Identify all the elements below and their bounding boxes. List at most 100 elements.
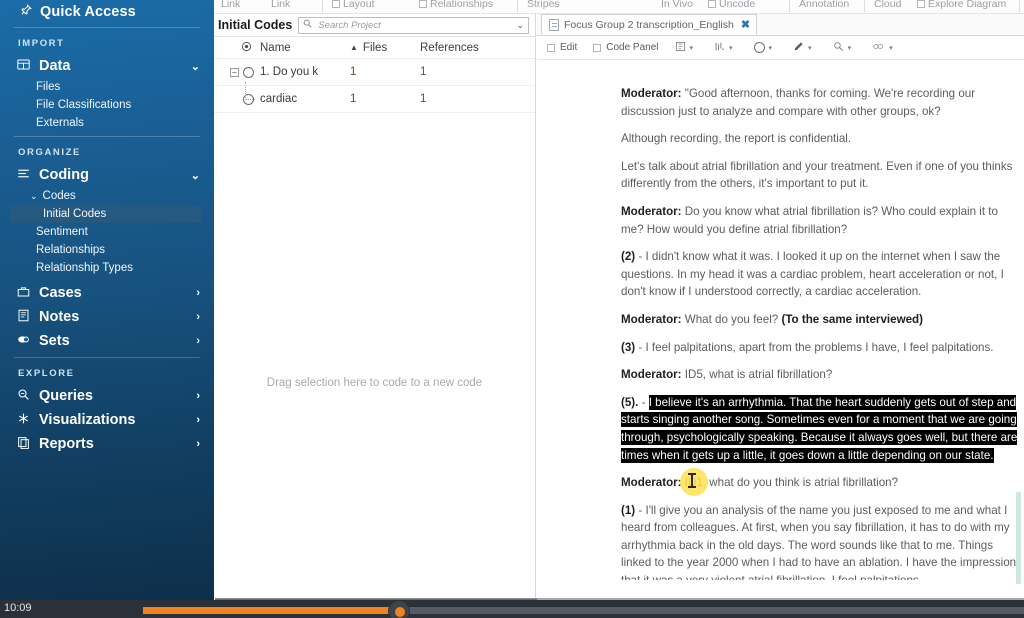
sidebar-item-files[interactable]: Files <box>0 78 214 96</box>
transcript-paragraph: (1) - I'll give you an analysis of the n… <box>621 502 1024 580</box>
select-all-icon[interactable] <box>214 41 260 55</box>
column-header-references[interactable]: References <box>420 42 535 54</box>
ribbon-item-explore-diagram[interactable]: Explore Diagram <box>917 0 1006 10</box>
pen-button[interactable]: ▾ <box>793 41 812 55</box>
paragraph-text: - I didn't know what it was. I looked it… <box>621 250 1004 299</box>
quick-access-item[interactable]: Quick Access <box>0 0 214 26</box>
chevron-right-icon[interactable]: › <box>196 390 200 402</box>
cell-references: 1 <box>420 66 427 78</box>
coding-stripe[interactable] <box>1016 492 1021 584</box>
sidebar-item-cases-label: Cases <box>39 285 82 301</box>
chevron-down-icon[interactable]: ⌄ <box>191 169 200 182</box>
code-panel-checkbox[interactable]: Code Panel <box>593 42 659 53</box>
text-cursor-icon <box>688 473 696 488</box>
ribbon-item-link-2[interactable]: Link <box>271 0 290 10</box>
sidebar-item-reports[interactable]: Reports › <box>0 432 214 456</box>
sidebar-item-relationship-types[interactable]: Relationship Types <box>0 259 214 277</box>
document-tabstrip: Focus Group 2 transcription_English ✖ <box>537 14 1024 36</box>
grid-icon <box>16 58 31 74</box>
chevron-right-icon[interactable]: › <box>196 287 200 299</box>
sidebar-item-notes-label: Notes <box>39 309 80 325</box>
tab-label: Focus Group 2 transcription_English <box>564 18 734 31</box>
sidebar-item-visualizations[interactable]: Visualizations › <box>0 408 214 432</box>
checkbox-icon[interactable] <box>332 0 340 8</box>
sidebar-item-sets[interactable]: Sets › <box>0 329 214 353</box>
circle-icon <box>753 42 765 53</box>
sidebar-item-data[interactable]: Data ⌄ <box>0 54 214 78</box>
page-title: Initial Codes <box>218 18 293 32</box>
selected-text[interactable]: I believe it's an arrhythmia. That the h… <box>621 394 1018 463</box>
chevron-down-icon[interactable]: ▾ <box>889 44 893 52</box>
checkbox-icon[interactable] <box>547 43 555 52</box>
code-panel-label: Code Panel <box>606 42 659 53</box>
chevron-down-icon[interactable]: ⌄ <box>516 20 524 31</box>
tab-focus-group-2-transcription[interactable]: Focus Group 2 transcription_English ✖ <box>541 14 758 35</box>
ribbon-item-annotation[interactable]: Annotation <box>799 0 849 10</box>
chevron-down-icon[interactable]: ▾ <box>808 44 812 52</box>
chevron-down-icon[interactable]: ▾ <box>690 44 694 52</box>
close-icon[interactable]: ✖ <box>739 18 750 31</box>
sidebar-item-cases[interactable]: Cases › <box>0 277 214 305</box>
highlight-coding-button[interactable]: ▾ <box>714 41 733 55</box>
sidebar-item-initial-codes[interactable]: Initial Codes <box>10 205 202 223</box>
search-input[interactable]: Search Project ⌄ <box>298 16 529 34</box>
chevron-down-icon[interactable]: ⌄ <box>191 60 200 73</box>
code-stripes-button[interactable]: ▾ <box>675 41 694 55</box>
paragraph-emphasis: (To the same interviewed) <box>781 312 923 326</box>
ribbon-item-layout[interactable]: Layout <box>332 0 375 10</box>
paragraph-text: Although recording, the report is confid… <box>621 132 852 146</box>
ribbon-toolbar: Link Link Layout Relationships Stripes I… <box>214 0 1024 14</box>
sidebar-item-codes[interactable]: ⌄ Codes <box>0 187 214 205</box>
speaker-label: Moderator: <box>621 476 682 490</box>
checkbox-icon[interactable] <box>917 0 925 8</box>
paragraph-text: What do you feel? <box>681 312 782 326</box>
checkbox-icon[interactable] <box>708 0 716 8</box>
edit-checkbox[interactable]: Edit <box>547 42 577 53</box>
link-button[interactable]: ▾ <box>872 41 893 55</box>
chevron-down-icon[interactable]: ▾ <box>848 44 852 52</box>
chevron-right-icon[interactable]: › <box>196 414 200 426</box>
sidebar-item-notes[interactable]: Notes › <box>0 305 214 329</box>
ribbon-item-relationships[interactable]: Relationships <box>419 0 493 10</box>
table-row[interactable]: cardiac 1 1 <box>214 82 535 113</box>
media-player-bar: 10:09 <box>0 600 1024 618</box>
table-row[interactable]: – 1. Do you k 1 1 <box>214 59 535 86</box>
ribbon-item-link-1[interactable]: Link <box>221 0 240 10</box>
sidebar-item-file-classifications[interactable]: File Classifications <box>0 96 214 114</box>
drag-drop-zone[interactable]: Drag selection here to code to a new cod… <box>214 124 535 598</box>
sidebar-item-relationships[interactable]: Relationships <box>0 241 214 259</box>
code-selection-button[interactable]: ▾ <box>753 42 773 53</box>
sidebar-item-externals[interactable]: Externals <box>0 114 214 132</box>
transcript-content[interactable]: Moderator: "Good afternoon, thanks for c… <box>537 61 1024 580</box>
sidebar-item-codes-label: Codes <box>42 190 76 202</box>
column-header-name[interactable]: Name <box>260 42 350 54</box>
document-icon <box>549 18 559 31</box>
transcript-paragraph-selected[interactable]: (5). - I believe it's an arrhythmia. Tha… <box>621 394 1024 464</box>
chevron-right-icon[interactable]: › <box>196 335 200 347</box>
zoom-button[interactable]: ▾ <box>833 41 852 55</box>
chevron-down-icon[interactable]: ▾ <box>729 44 733 52</box>
chevron-right-icon[interactable]: › <box>196 311 200 323</box>
magnifier-icon <box>16 388 31 404</box>
chevron-right-icon[interactable]: › <box>196 438 200 450</box>
sidebar-item-reports-label: Reports <box>39 436 94 452</box>
ribbon-item-stripes[interactable]: Stripes <box>527 0 560 10</box>
media-progress-track[interactable] <box>143 607 1024 614</box>
column-header-files[interactable]: ▲ Files <box>350 42 420 54</box>
expander-icon[interactable]: – <box>230 67 239 77</box>
checkbox-icon[interactable] <box>419 0 427 8</box>
transcript-paragraph: (2) - I didn't know what it was. I looke… <box>621 248 1021 301</box>
media-playhead-handle[interactable] <box>388 600 410 618</box>
chevron-down-icon[interactable]: ⌄ <box>30 191 38 202</box>
sidebar-item-coding[interactable]: Coding ⌄ <box>0 163 214 187</box>
sort-ascending-icon: ▲ <box>350 43 358 52</box>
sidebar-item-sentiment[interactable]: Sentiment <box>0 223 214 241</box>
chevron-down-icon[interactable]: ▾ <box>769 44 773 52</box>
ribbon-item-uncode[interactable]: Uncode <box>708 0 755 10</box>
ribbon-item-cloud[interactable]: Cloud <box>874 0 901 10</box>
ribbon-item-in-vivo[interactable]: In Vivo <box>661 0 693 10</box>
checkbox-icon[interactable] <box>593 43 602 52</box>
sidebar-item-queries[interactable]: Queries › <box>0 384 214 408</box>
paragraph-text: Let's talk about atrial fibrillation and… <box>621 159 1013 191</box>
cell-files: 1 <box>350 93 357 105</box>
